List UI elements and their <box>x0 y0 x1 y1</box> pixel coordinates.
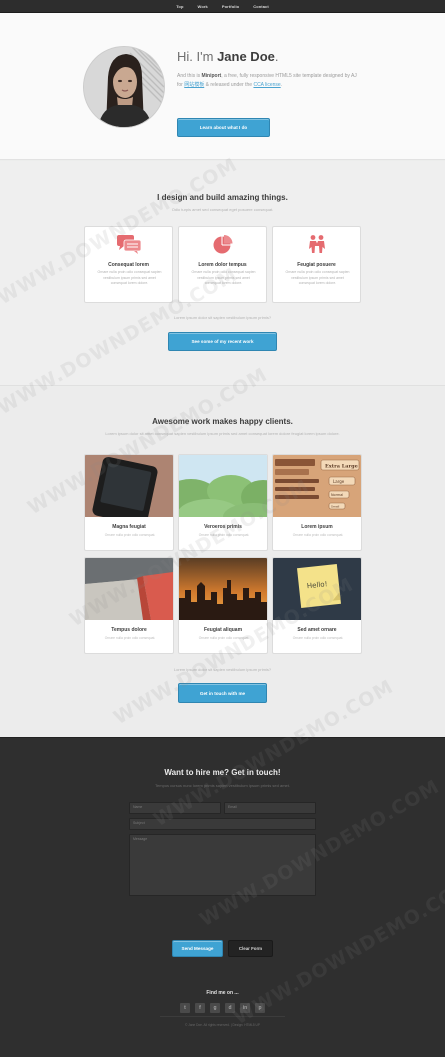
thumb-label-extra-large: Extra Large <box>325 464 358 470</box>
greeting-text: Hi. I'm <box>177 49 214 64</box>
hero-text-pre: And this is <box>177 73 201 79</box>
hero-text-post: & released under the <box>205 82 253 88</box>
portfolio-item-desc: Ornare nulla proin odio consequat. <box>104 533 156 537</box>
portfolio-item-desc: Ornare nulla proin odio consequat. <box>104 636 156 640</box>
portfolio-item-desc: Ornare nulla proin odio consequat. <box>198 533 250 537</box>
thumb-label-small: Small <box>331 505 339 509</box>
portfolio-item-6[interactable]: Hello! Sed amet ornare Ornare nulla proi… <box>272 557 362 654</box>
services-subtitle: Odio turpis amet sed consequat eget posu… <box>171 207 274 212</box>
portfolio-thumbnail: Extra Large Large Normal Small <box>273 455 361 517</box>
portfolio-note: Lorem ipsum dolor sit sapien vestibulum … <box>173 667 272 672</box>
service-desc: Ornare nulla proin odio consequat sapien… <box>285 270 350 285</box>
portfolio-item-title: Feugiat aliquam <box>203 627 243 633</box>
profile-photo <box>84 47 164 127</box>
get-in-touch-button[interactable]: Get in touch with me <box>178 683 267 703</box>
portfolio-item-title: Veroeros primis <box>204 524 242 530</box>
service-card-3: Feugiat posuere Ornare nulla proin odio … <box>272 226 361 303</box>
service-name: Feugiat posuere <box>297 262 336 268</box>
twitter-icon[interactable]: t <box>180 1003 190 1013</box>
services-title: I design and build amazing things. <box>157 193 288 202</box>
portfolio-subtitle: Lorem ipsum dolor sit amet consequat sap… <box>105 431 340 436</box>
service-name: Lorem dolor tempus <box>198 262 247 268</box>
portfolio-title: Awesome work makes happy clients. <box>152 417 293 426</box>
see-work-button[interactable]: See some of my recent work <box>168 332 277 351</box>
title-period: . <box>274 49 279 64</box>
nav-link-top[interactable]: Top <box>176 4 183 9</box>
pinterest-icon[interactable]: p <box>255 1003 265 1013</box>
name-field[interactable]: Name <box>129 802 221 814</box>
portfolio-item-3[interactable]: Extra Large Large Normal Small Lorem ips… <box>272 454 362 551</box>
subject-field[interactable]: Subject <box>129 818 316 830</box>
brand-name: Miniport <box>201 73 222 79</box>
portrait-illustration <box>84 47 164 127</box>
footer-divider <box>160 1016 285 1017</box>
services-note: Lorem ipsum dolor sit sapien vestibulum … <box>173 315 272 320</box>
portfolio-item-desc: Ornare nulla proin odio consequat. <box>198 636 250 640</box>
learn-more-button[interactable]: Learn about what I do <box>177 118 270 137</box>
portfolio-item-desc: Ornare nulla proin odio consequat. <box>292 533 344 537</box>
services-section: I design and build amazing things. Odio … <box>0 161 445 386</box>
portfolio-thumbnail <box>179 558 267 620</box>
nav-link-work[interactable]: Work <box>198 4 208 9</box>
clear-form-button[interactable]: Clear Form <box>228 940 273 957</box>
portfolio-item-2[interactable]: Veroeros primis Ornare nulla proin odio … <box>178 454 268 551</box>
service-card-1: Consequat lorem Ornare nulla proin odio … <box>84 226 173 303</box>
contact-title: Want to hire me? Get in touch! <box>164 768 281 777</box>
portfolio-thumbnail: Hello! <box>273 558 361 620</box>
portfolio-item-title: Tempus dolore <box>111 627 147 633</box>
portfolio-item-title: Lorem ipsum <box>301 524 333 530</box>
portfolio-thumbnail <box>179 455 267 517</box>
portfolio-item-desc: Ornare nulla proin odio consequat. <box>292 636 344 640</box>
linkedin-icon[interactable]: in <box>240 1003 250 1013</box>
google-icon[interactable]: g <box>210 1003 220 1013</box>
owner-name: Jane Doe <box>217 49 275 64</box>
hero-description: And this is Miniport, a free, fully resp… <box>177 72 362 90</box>
template-link[interactable]: 网站模板 <box>184 82 204 88</box>
portfolio-thumbnail <box>85 558 173 620</box>
dribbble-icon[interactable]: d <box>225 1003 235 1013</box>
hero-section: Hi. I'm Jane Doe. And this is Miniport, … <box>0 13 445 160</box>
service-name: Consequat lorem <box>108 262 149 268</box>
service-desc: Ornare nulla proin odio consequat sapien… <box>97 270 162 285</box>
message-field[interactable]: Message <box>129 834 316 896</box>
hero-title: Hi. I'm Jane Doe. <box>177 49 279 64</box>
portfolio-thumbnail <box>85 455 173 517</box>
top-nav: Top Work Portfolio Contact <box>0 0 445 13</box>
service-desc: Ornare nulla proin odio consequat sapien… <box>191 270 256 285</box>
copyright-text: © Jane Doe. All rights reserved. | Desig… <box>185 1023 260 1027</box>
portfolio-item-1[interactable]: Magna feugiat Ornare nulla proin odio co… <box>84 454 174 551</box>
contact-subtitle: Tempus cursus nunc lorem primis sapien v… <box>155 783 290 788</box>
find-me-title: Find me on ... <box>206 990 239 996</box>
comments-icon <box>117 235 142 254</box>
pie-chart-icon <box>213 235 233 254</box>
email-field[interactable]: Email <box>224 802 316 814</box>
hero-text-end: . <box>280 82 283 88</box>
portfolio-section: Awesome work makes happy clients. Lorem … <box>0 387 445 737</box>
nav-link-portfolio[interactable]: Portfolio <box>222 4 239 9</box>
people-icon <box>309 235 325 253</box>
portfolio-item-5[interactable]: Feugiat aliquam Ornare nulla proin odio … <box>178 557 268 654</box>
thumb-label-normal: Normal <box>331 493 343 497</box>
portfolio-item-4[interactable]: Tempus dolore Ornare nulla proin odio co… <box>84 557 174 654</box>
nav-link-contact[interactable]: Contact <box>253 4 269 9</box>
facebook-icon[interactable]: f <box>195 1003 205 1013</box>
social-links: t f g d in p <box>180 1003 265 1013</box>
service-card-2: Lorem dolor tempus Ornare nulla proin od… <box>178 226 267 303</box>
contact-section: Want to hire me? Get in touch! Tempus cu… <box>0 737 445 1057</box>
thumb-label-large: Large <box>333 479 345 484</box>
portfolio-item-title: Sed amet ornare <box>297 627 337 633</box>
license-link[interactable]: CCA license <box>253 82 280 88</box>
send-message-button[interactable]: Send Message <box>172 940 223 957</box>
portfolio-item-title: Magna feugiat <box>112 524 146 530</box>
